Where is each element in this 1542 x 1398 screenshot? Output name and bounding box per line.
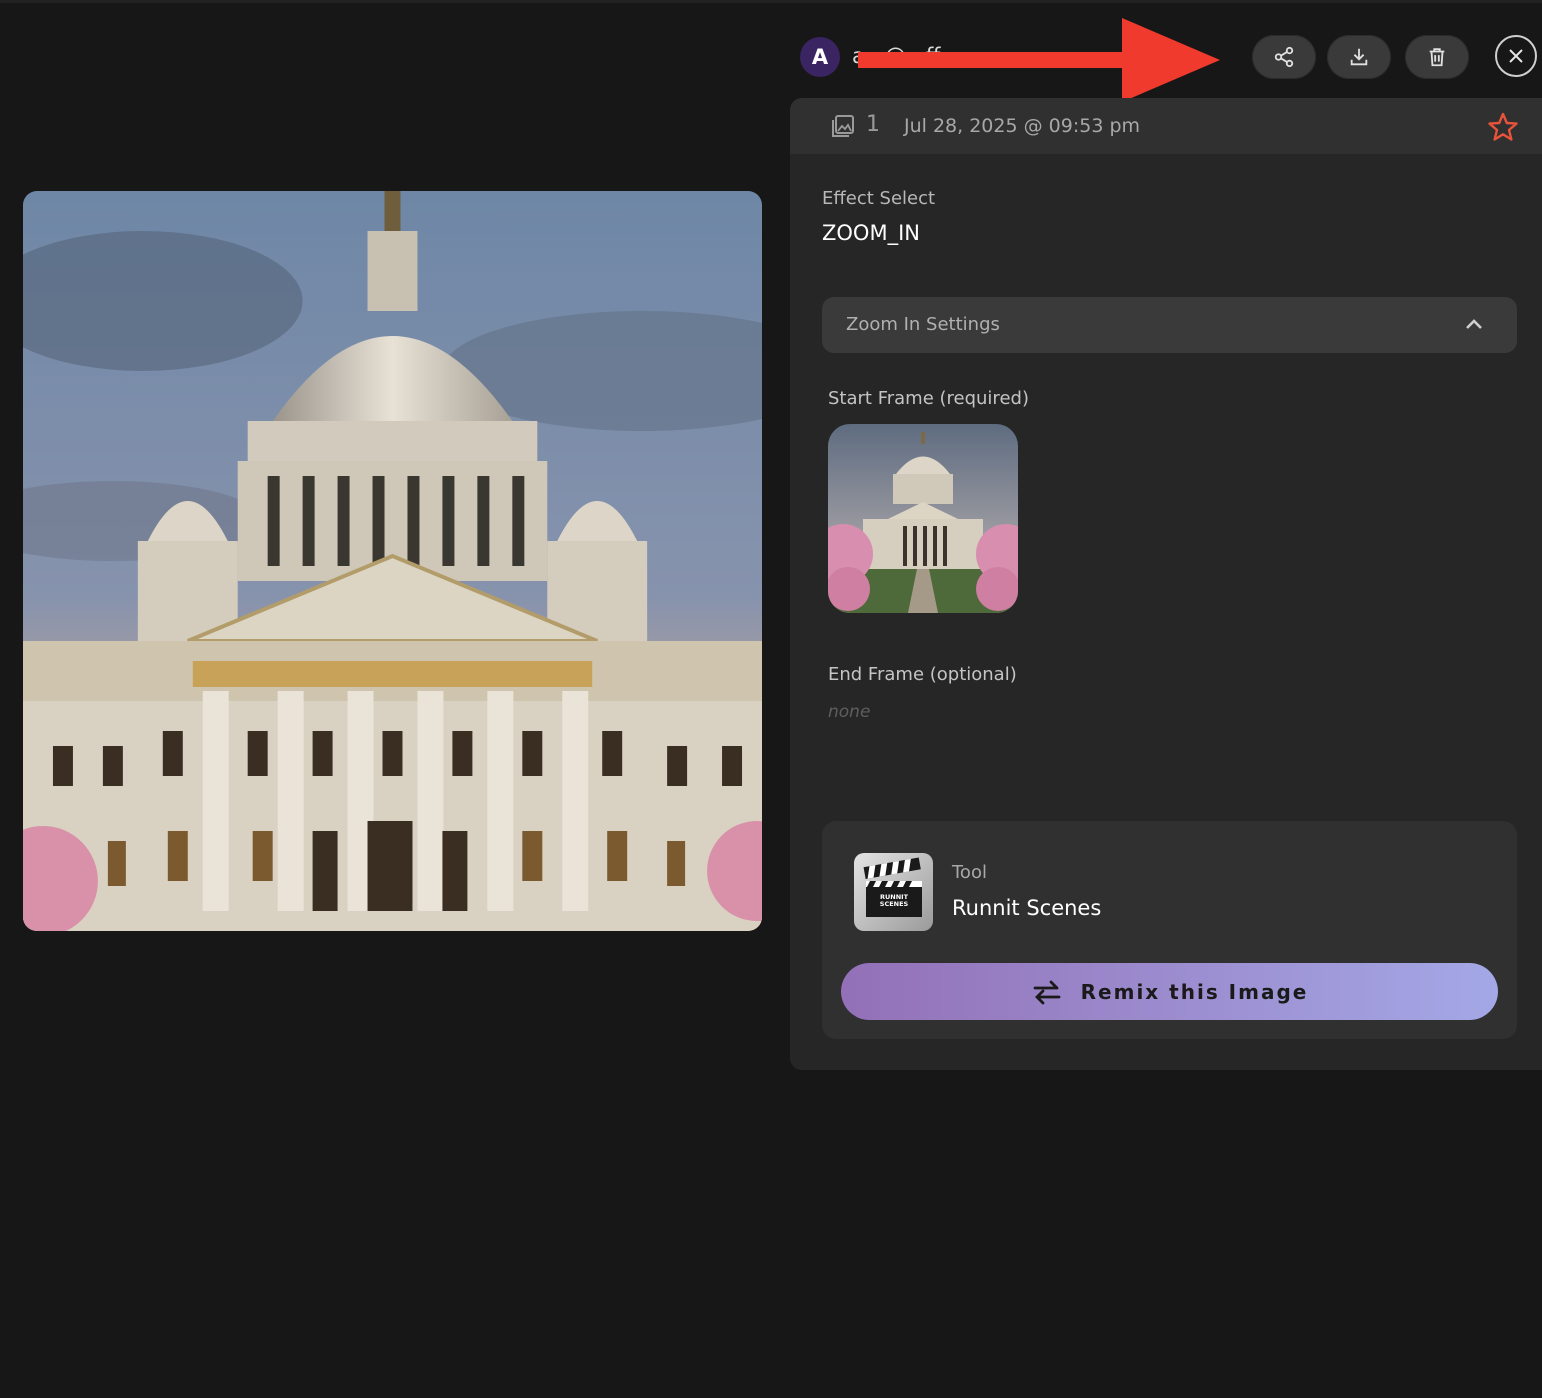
effect-select-value: ZOOM_IN <box>822 221 920 245</box>
image-stack-icon <box>832 115 854 137</box>
window-top-edge <box>0 0 1542 3</box>
download-button[interactable] <box>1327 35 1391 79</box>
details-panel: 1 Jul 28, 2025 @ 09:53 pm Effect Select … <box>790 98 1542 1070</box>
zoom-settings-accordion[interactable]: Zoom In Settings <box>822 297 1517 353</box>
favorite-star-icon[interactable] <box>1487 111 1519 143</box>
created-date: Jul 28, 2025 @ 09:53 pm <box>904 115 1141 137</box>
effect-select-label: Effect Select <box>822 188 936 209</box>
zoom-settings-label: Zoom In Settings <box>846 314 1000 335</box>
trash-icon <box>1429 48 1445 67</box>
share-icon <box>1274 46 1294 68</box>
close-button[interactable] <box>1495 35 1537 77</box>
capitol-building-image <box>23 191 762 931</box>
start-frame-image <box>828 424 1018 613</box>
end-frame-label: End Frame (optional) <box>828 664 1017 685</box>
start-frame-thumbnail[interactable] <box>828 424 1018 613</box>
runnit-scenes-clapperboard-icon: RUNNIT SCENES <box>854 853 933 931</box>
download-icon <box>1350 48 1368 66</box>
tool-name[interactable]: Runnit Scenes <box>952 896 1101 920</box>
tool-label: Tool <box>952 862 987 883</box>
share-button[interactable] <box>1252 35 1316 79</box>
user-avatar[interactable]: A <box>800 37 840 77</box>
remix-button-label: Remix this Image <box>1080 979 1309 1004</box>
close-icon <box>1509 49 1523 63</box>
tool-icon-text-line2: SCENES <box>880 900 909 908</box>
swap-arrows-icon <box>1033 980 1061 1004</box>
meta-bar: 1 Jul 28, 2025 @ 09:53 pm <box>790 98 1542 154</box>
end-frame-value: none <box>828 702 871 722</box>
chevron-up-icon <box>1466 319 1482 329</box>
red-arrow-annotation-icon <box>858 18 1220 102</box>
main-image[interactable] <box>23 191 762 931</box>
delete-button[interactable] <box>1405 35 1469 79</box>
image-count: 1 <box>866 112 880 137</box>
tool-card: RUNNIT SCENES Tool Runnit Scenes Remix t… <box>822 821 1517 1039</box>
start-frame-label: Start Frame (required) <box>828 388 1029 409</box>
remix-image-button[interactable]: Remix this Image <box>841 963 1498 1020</box>
